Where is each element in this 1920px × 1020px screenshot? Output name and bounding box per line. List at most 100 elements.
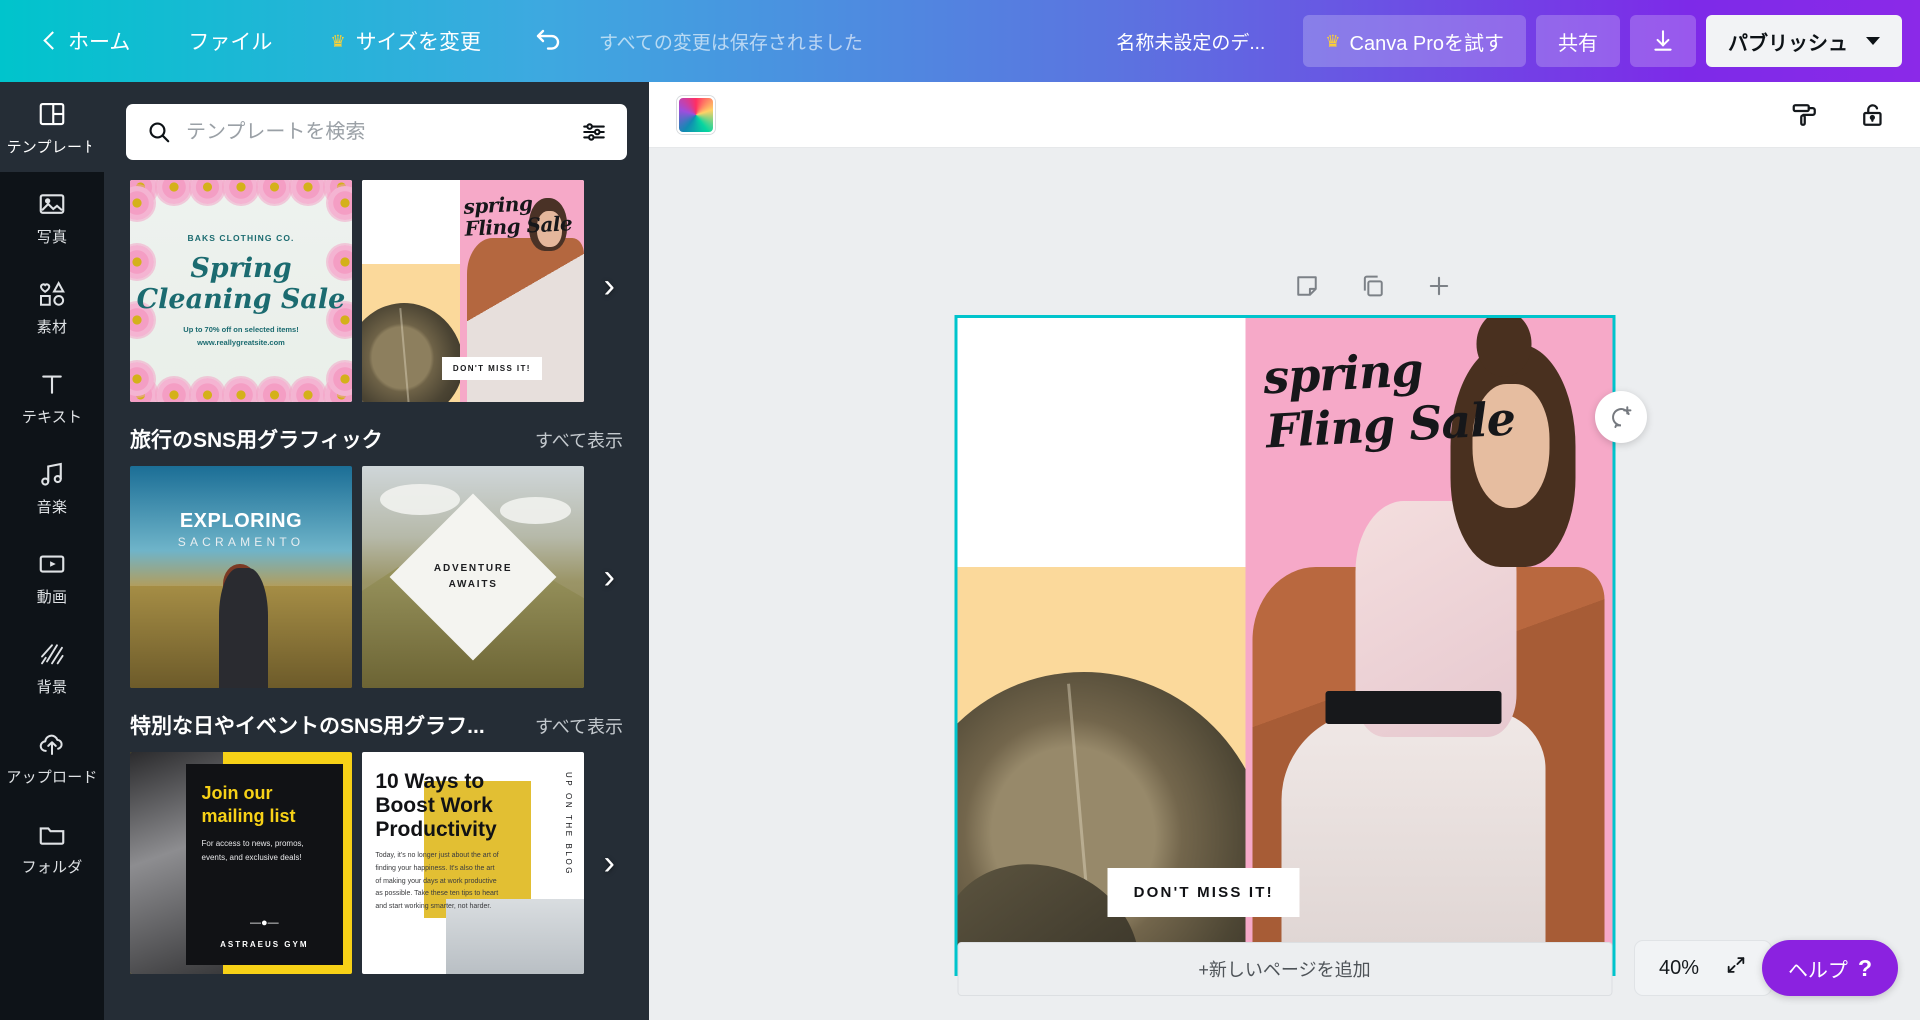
file-menu-button[interactable]: ファイル [172,17,288,65]
top-toolbar: ホーム ファイル ♛ サイズを変更 すべての変更は保存されました 名称未設定のデ… [0,0,1920,82]
share-button[interactable]: 共有 [1536,15,1620,67]
template-badge: DON'T MISS IT! [441,356,542,380]
leaf-graphic [362,295,460,402]
sidebar-item-folder[interactable]: フォルダ [0,802,104,892]
help-button[interactable]: ヘルプ ? [1761,940,1898,996]
sidebar-item-elements[interactable]: 素材 [0,262,104,352]
unlock-icon[interactable] [1854,96,1892,134]
see-all-link[interactable]: すべて表示 [535,427,623,453]
crown-icon: ♛ [330,31,346,51]
design-badge-text[interactable]: DON'T MISS IT! [1107,868,1300,918]
template-brand: BAKS CLOTHING CO. [187,232,295,243]
template-subtitle: SACRAMENTO [177,534,305,549]
undo-icon [536,29,560,50]
section-title: 旅行のSNS用グラフィック [130,429,383,452]
template-card-spring-fling-sale[interactable]: spring Fling Sale DON'T MISS IT! [362,180,584,402]
sidebar-item-label: アップロード [6,769,98,786]
template-row-travel: EXPLORING SACRAMENTO ADVENTURE AWAITS › [104,466,649,688]
search-container [104,82,649,170]
try-pro-label: Canva Proを試す [1349,32,1505,55]
sidebar-item-video[interactable]: 動画 [0,532,104,622]
template-card-exploring-sacramento[interactable]: EXPLORING SACRAMENTO [130,466,352,688]
left-rail: テンプレート 写真 素材 テキスト 音楽 動画 背景 アップロード フォルダ [0,82,104,1020]
template-body: Today, it's no longer just about the art… [375,851,499,911]
template-title: EXPLORING [179,510,303,533]
try-canva-pro-button[interactable]: ♛ Canva Proを試す [1303,15,1526,67]
template-title: ADVENTURE AWAITS [433,563,513,590]
paint-roller-icon[interactable] [1786,96,1824,134]
resize-button[interactable]: ♛ サイズを変更 [314,17,497,65]
search-bar[interactable] [126,104,627,160]
color-swatch-icon[interactable] [677,95,715,134]
sidebar-item-text[interactable]: テキスト [0,352,104,442]
template-card-text: BAKS CLOTHING CO. Spring Cleaning Sale U… [130,233,352,350]
sidebar-item-templates[interactable]: テンプレート [0,82,104,172]
canva-editor: ホーム ファイル ♛ サイズを変更 すべての変更は保存されました 名称未設定のデ… [0,0,1920,1020]
undo-button[interactable] [519,17,577,65]
text-icon [42,375,62,394]
templates-panel: BAKS CLOTHING CO. Spring Cleaning Sale U… [104,82,649,1020]
download-button[interactable] [1630,15,1696,67]
editor-body: テンプレート 写真 素材 テキスト 音楽 動画 背景 アップロード フォルダ テ… [0,82,1920,1020]
template-card-inner: Join our mailing list For access to news… [185,764,344,966]
sidebar-item-uploads[interactable]: アップロード [0,712,104,802]
question-mark-icon: ? [1857,954,1872,981]
download-icon [1654,30,1672,51]
canvas-toolbar-right [1786,96,1892,134]
template-subline-1: Up to 70% off on selected items! [183,324,299,334]
share-label: 共有 [1558,32,1598,55]
sidebar-item-photos[interactable]: 写真 [0,172,104,262]
template-subline-2: www.reallygreatsite.com [197,337,285,347]
notes-icon[interactable] [1293,272,1321,300]
sidebar-item-label: フォルダ [21,859,83,876]
design-page[interactable]: spring Fling Sale DON'T MISS IT! [954,315,1615,976]
upload-icon [39,734,63,755]
section-title: 特別な日やイベントのSNS用グラフ... [130,715,485,738]
file-label: ファイル [188,31,273,54]
sidebar-item-label: 背景 [36,679,68,696]
document-title[interactable]: 名称未設定のデ... [1102,19,1279,64]
section-header-travel: 旅行のSNS用グラフィック すべて表示 [104,402,649,466]
chevron-left-icon [42,33,58,49]
canvas-stage[interactable]: spring Fling Sale DON'T MISS IT! +新しいページ… [649,148,1920,1020]
sidebar-item-background[interactable]: 背景 [0,622,104,712]
search-input[interactable] [186,120,563,144]
duplicate-page-icon[interactable] [1359,272,1387,300]
video-icon [39,555,65,573]
chevron-right-icon[interactable]: › [604,846,615,880]
design-title-text[interactable]: spring Fling Sale [1262,338,1516,459]
see-all-link[interactable]: すべて表示 [535,713,623,739]
zoom-level-value: 40% [1658,956,1699,979]
home-button[interactable]: ホーム [26,17,146,65]
elements-icon [39,281,65,306]
add-page-icon[interactable] [1425,272,1453,300]
sidebar-item-label: 音楽 [36,499,68,516]
search-icon [149,122,170,143]
publish-label: パブリッシュ [1728,32,1848,55]
chevron-down-icon [1866,37,1880,45]
add-comment-icon [1611,406,1631,429]
sidebar-item-label: 動画 [36,589,68,606]
template-card-adventure-awaits[interactable]: ADVENTURE AWAITS [362,466,584,688]
publish-button[interactable]: パブリッシュ [1706,15,1902,67]
template-card-spring-cleaning-sale[interactable]: BAKS CLOTHING CO. Spring Cleaning Sale U… [130,180,352,402]
template-card-join-mailing-list[interactable]: Join our mailing list For access to news… [130,752,352,974]
template-title: spring Fling Sale [462,191,573,242]
chevron-right-icon[interactable]: › [604,269,615,303]
flower-decoration [130,180,352,204]
template-card-boost-work-productivity[interactable]: 10 Ways to Boost Work Productivity Today… [362,752,584,974]
sidebar-item-music[interactable]: 音楽 [0,442,104,532]
panel-scroll-area[interactable]: BAKS CLOTHING CO. Spring Cleaning Sale U… [104,170,649,1020]
filter-sliders-icon[interactable] [577,115,611,149]
add-comment-button[interactable] [1594,391,1647,443]
expand-icon[interactable] [1725,954,1747,982]
top-toolbar-left: ホーム ファイル ♛ サイズを変更 すべての変更は保存されました [26,17,863,65]
template-title: Join our mailing list [201,783,296,826]
add-page-label: +新しいページを追加 [1198,960,1371,980]
chevron-right-icon[interactable]: › [604,560,615,594]
template-row-featured: BAKS CLOTHING CO. Spring Cleaning Sale U… [104,170,649,402]
zoom-control[interactable]: 40% [1633,940,1772,996]
add-new-page-button[interactable]: +新しいページを追加 [957,942,1612,996]
folder-icon [39,827,65,845]
template-icon [39,102,65,126]
